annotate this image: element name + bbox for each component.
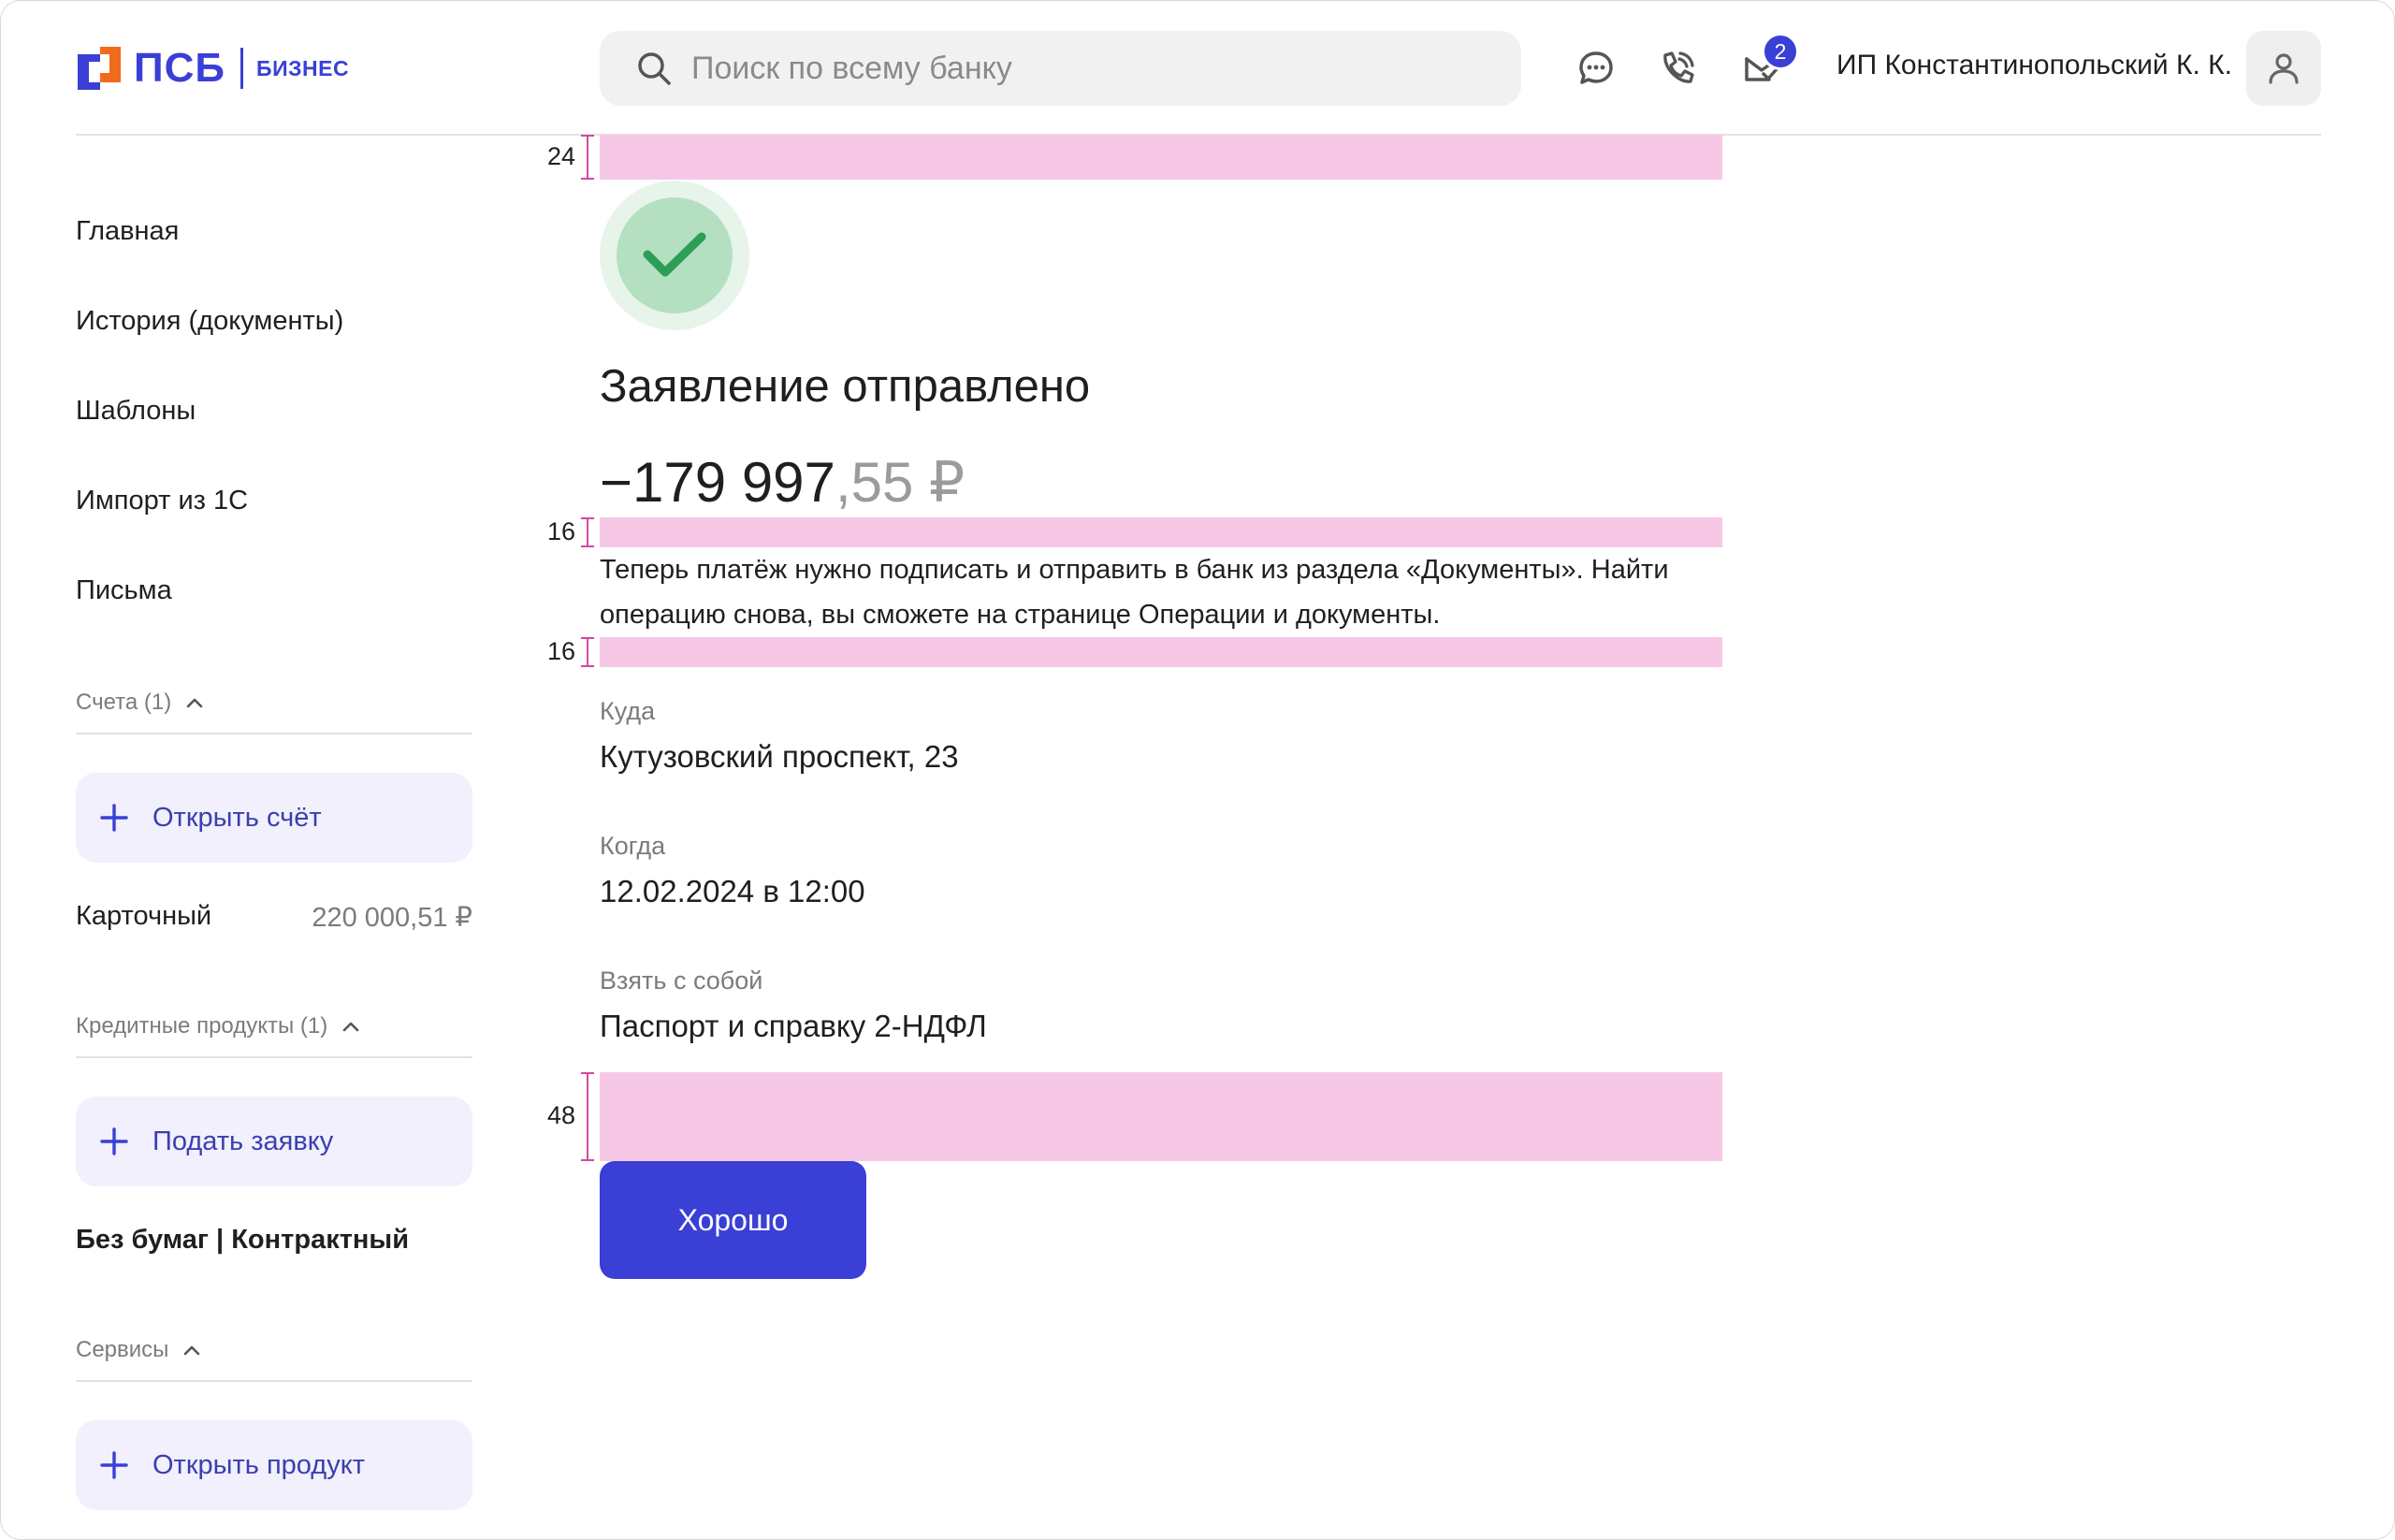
- credit-section-header[interactable]: Кредитные продукты (1): [76, 1013, 359, 1039]
- account-row[interactable]: Карточный 220 000,51 ₽: [76, 901, 472, 934]
- field-when-label: Когда: [600, 832, 666, 860]
- spacer-before-button: [600, 1072, 1722, 1161]
- open-account-label: Открыть счёт: [152, 802, 322, 833]
- description-text: Теперь платёж нужно подписать и отправит…: [600, 555, 1669, 630]
- psb-logo[interactable]: ПСБ БИЗНЕС: [76, 44, 349, 93]
- field-bring-value: Паспорт и справку 2-НДФЛ: [600, 1009, 987, 1043]
- sidebar-item-templates[interactable]: Шаблоны: [76, 396, 196, 427]
- apply-label: Подать заявку: [152, 1126, 334, 1156]
- amount-integer: −179 997: [600, 451, 835, 514]
- plus-icon: [100, 804, 128, 832]
- logo-subtext: БИЗНЕС: [256, 55, 350, 80]
- open-product-label: Открыть продукт: [152, 1449, 365, 1480]
- credit-product-item[interactable]: Без бумаг | Контрактный: [76, 1225, 409, 1256]
- app-window: ПСБ БИЗНЕС 2 ИП Константинопольский К. К…: [0, 0, 2395, 1540]
- services-divider: [76, 1380, 472, 1382]
- chat-icon[interactable]: [1575, 48, 1617, 89]
- accounts-section-title: Счета (1): [76, 690, 172, 715]
- search-input[interactable]: [689, 49, 1442, 88]
- chevron-up-icon: [186, 698, 203, 708]
- account-name: Карточный: [76, 901, 212, 931]
- page-title: Заявление отправлено: [600, 361, 1091, 412]
- ok-button[interactable]: Хорошо: [600, 1161, 866, 1279]
- chevron-up-icon: [184, 1345, 200, 1356]
- spacer-after-desc-label: 16: [546, 637, 575, 665]
- chevron-up-icon: [342, 1022, 359, 1032]
- payment-amount: −179 997,55 ₽: [600, 450, 965, 516]
- field-bring-label: Взять с собой: [600, 966, 763, 995]
- plus-icon: [100, 1127, 128, 1155]
- open-product-button[interactable]: Открыть продукт: [76, 1420, 472, 1510]
- notification-badge: 2: [1762, 33, 1799, 70]
- apply-button[interactable]: Подать заявку: [76, 1097, 472, 1186]
- field-when-value: 12.02.2024 в 12:00: [600, 874, 865, 908]
- spacer-before-button-bracket: [581, 1072, 594, 1161]
- psb-logo-icon: [78, 47, 121, 90]
- spacer-after-amount-bracket: [581, 517, 594, 547]
- phone-icon[interactable]: [1657, 48, 1698, 89]
- spacer-after-amount: [600, 517, 1722, 547]
- amount-fraction: ,55 ₽: [835, 451, 965, 514]
- sidebar-item-import-1c[interactable]: Импорт из 1С: [76, 486, 248, 516]
- checkmark-icon: [643, 232, 706, 277]
- credit-section-title: Кредитные продукты (1): [76, 1013, 328, 1039]
- spacer-after-amount-label: 16: [546, 517, 575, 545]
- accounts-divider: [76, 733, 472, 734]
- avatar-button[interactable]: [2246, 31, 2321, 106]
- spacer-after-desc: [600, 637, 1722, 667]
- sidebar-item-history[interactable]: История (документы): [76, 306, 343, 337]
- logo-text: ПСБ: [134, 45, 226, 91]
- accounts-section-header[interactable]: Счета (1): [76, 690, 203, 716]
- success-indicator: [600, 181, 749, 330]
- field-where-value: Кутузовский проспект, 23: [600, 739, 959, 774]
- user-icon: [2269, 53, 2299, 84]
- logo-divider: [240, 48, 244, 89]
- spacer-top: [600, 135, 1722, 180]
- services-section-header[interactable]: Сервисы: [76, 1337, 200, 1363]
- user-name[interactable]: ИП Константинопольский К. К.: [1836, 50, 2232, 81]
- field-where-label: Куда: [600, 697, 656, 725]
- sidebar-item-home[interactable]: Главная: [76, 216, 179, 247]
- credit-divider: [76, 1056, 472, 1058]
- spacer-before-button-label: 48: [546, 1101, 575, 1129]
- account-balance: 220 000,51 ₽: [312, 903, 472, 933]
- open-account-button[interactable]: Открыть счёт: [76, 773, 472, 863]
- spacer-top-label: 24: [546, 142, 575, 170]
- spacer-after-desc-bracket: [581, 637, 594, 667]
- spacer-top-bracket: [581, 135, 594, 180]
- search-icon: [638, 52, 671, 85]
- plus-icon: [100, 1451, 128, 1479]
- services-section-title: Сервисы: [76, 1337, 169, 1362]
- search-bar[interactable]: [600, 31, 1521, 106]
- sidebar-item-letters[interactable]: Письма: [76, 575, 172, 606]
